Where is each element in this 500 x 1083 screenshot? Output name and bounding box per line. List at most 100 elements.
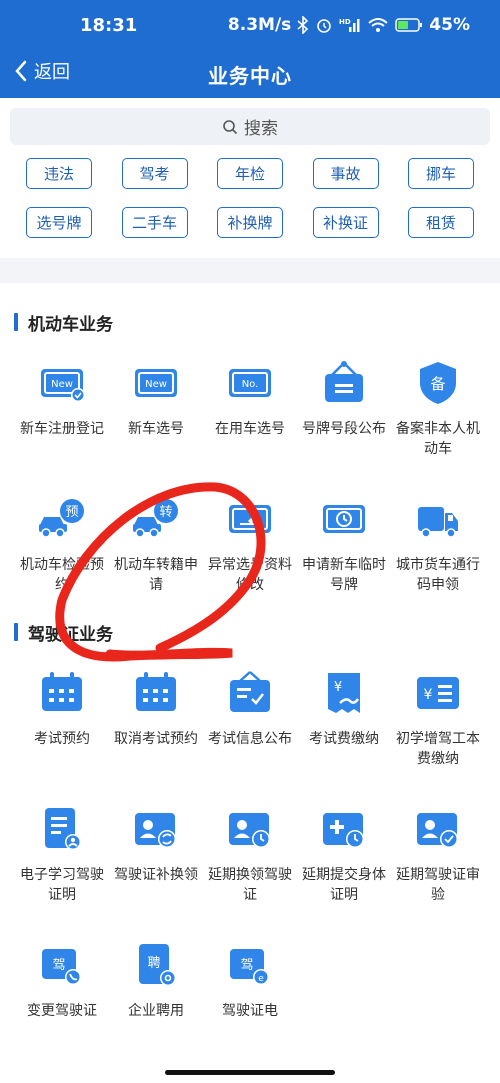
service-label: 异常选号资料修改 bbox=[208, 557, 292, 593]
service-item[interactable]: 延期提交身体证明 bbox=[297, 783, 391, 919]
service-item[interactable]: 电子学习驾驶证明 bbox=[15, 783, 109, 919]
service-label: 延期提交身体证明 bbox=[302, 867, 386, 903]
vehicle-services-grid: New 新车注册登记 New 新车选号 No. 在用车选号 号牌号段公布 备 备… bbox=[0, 337, 500, 609]
service-label: 新车选号 bbox=[128, 421, 184, 437]
chip-move-car[interactable]: 挪车 bbox=[408, 158, 474, 189]
service-item[interactable]: 延期换领驾驶证 bbox=[203, 783, 297, 919]
service-item[interactable]: 考试信息公布 bbox=[203, 647, 297, 783]
svg-text:New: New bbox=[51, 379, 73, 390]
svg-text:HD: HD bbox=[339, 18, 351, 26]
service-item[interactable]: 预 机动车检验预约 bbox=[15, 473, 109, 609]
service-item[interactable]: ¥ 初学增驾工本费缴纳 bbox=[391, 647, 485, 783]
chip-accident[interactable]: 事故 bbox=[312, 158, 379, 189]
bluetooth-icon bbox=[297, 16, 309, 34]
service-label: 电子学习驾驶证明 bbox=[20, 867, 104, 903]
services-panel: 机动车业务 New 新车注册登记 New 新车选号 No. 在用车选号 号牌号段… bbox=[0, 283, 500, 1083]
chip-replace-license[interactable]: 补换证 bbox=[312, 207, 379, 238]
status-icons: 8.3M/s HD 45% bbox=[228, 15, 470, 35]
service-item[interactable]: 取消考试预约 bbox=[109, 647, 203, 783]
search-bar[interactable]: 搜索 bbox=[10, 108, 490, 145]
svg-text:驾: 驾 bbox=[240, 958, 253, 973]
back-button[interactable]: 返回 bbox=[14, 58, 70, 84]
section-title-license: 驾驶证业务 bbox=[0, 617, 500, 647]
service-item[interactable]: 考试预约 bbox=[15, 647, 109, 783]
back-label: 返回 bbox=[34, 62, 70, 83]
signal-icon: HD bbox=[339, 18, 360, 32]
service-item[interactable]: 备 备案非本人机动车 bbox=[391, 337, 485, 473]
service-label: 新车注册登记 bbox=[20, 421, 104, 437]
chip-violation[interactable]: 违法 bbox=[26, 158, 92, 189]
service-item[interactable]: 延期驾驶证审验 bbox=[391, 783, 485, 919]
chip-annual-inspection[interactable]: 年检 bbox=[217, 158, 283, 189]
service-item[interactable]: 驾e 驾驶证电 bbox=[203, 919, 297, 1055]
wifi-icon bbox=[368, 18, 388, 32]
svg-text:转: 转 bbox=[159, 505, 172, 520]
car-transfer-icon: 转 bbox=[133, 499, 178, 538]
license-delay-icon bbox=[229, 813, 270, 848]
battery-icon bbox=[395, 18, 423, 32]
service-item[interactable]: 城市货车通行码申领 bbox=[391, 473, 485, 609]
service-label: 延期驾驶证审验 bbox=[396, 867, 480, 903]
service-label: 考试预约 bbox=[34, 731, 90, 747]
section-title-text: 驾驶证业务 bbox=[28, 624, 113, 645]
service-item[interactable]: 异常选号资料修改 bbox=[203, 473, 297, 609]
chip-driving-test[interactable]: 驾考 bbox=[121, 158, 188, 189]
service-label: 考试费缴纳 bbox=[309, 731, 379, 747]
service-item[interactable]: 驾驶证补换领 bbox=[109, 783, 203, 919]
service-item[interactable]: 转 机动车转籍申请 bbox=[109, 473, 203, 609]
svg-text:¥: ¥ bbox=[334, 680, 342, 695]
chip-choose-plate[interactable]: 选号牌 bbox=[26, 207, 92, 238]
search-icon bbox=[223, 119, 238, 134]
service-item[interactable]: ¥ 考试费缴纳 bbox=[297, 647, 391, 783]
service-item[interactable]: 驾 变更驾驶证 bbox=[15, 919, 109, 1055]
chip-replace-plate[interactable]: 补换牌 bbox=[217, 207, 283, 238]
service-label: 号牌号段公布 bbox=[302, 421, 386, 437]
temp-plate-clock-icon bbox=[323, 505, 365, 533]
edit-card-icon bbox=[229, 505, 271, 533]
service-item[interactable]: New 新车选号 bbox=[109, 337, 203, 473]
service-item[interactable]: 申请新车临时号牌 bbox=[297, 473, 391, 609]
service-item[interactable]: 号牌号段公布 bbox=[297, 337, 391, 473]
battery-level: 45% bbox=[429, 15, 470, 35]
svg-text:聘: 聘 bbox=[147, 956, 160, 971]
fee-receipt-icon: ¥ bbox=[328, 673, 360, 713]
chevron-left-icon bbox=[15, 60, 27, 82]
service-item[interactable]: No. 在用车选号 bbox=[203, 337, 297, 473]
chip-used-car[interactable]: 二手车 bbox=[121, 207, 188, 238]
yuan-list-icon: ¥ bbox=[417, 677, 459, 709]
service-label: 在用车选号 bbox=[215, 421, 285, 437]
license-change-icon: 驾 bbox=[42, 949, 81, 985]
section-title-text: 机动车业务 bbox=[28, 314, 113, 335]
number-plate-icon: No. bbox=[229, 369, 271, 397]
service-label: 变更驾驶证 bbox=[27, 1003, 97, 1019]
page-title: 业务中心 bbox=[208, 63, 292, 88]
truck-icon bbox=[418, 507, 458, 538]
service-label: 驾驶证电 bbox=[222, 1003, 278, 1019]
header: 18:31 8.3M/s HD 45% 返回 业务中心 bbox=[0, 0, 500, 98]
alarm-icon bbox=[317, 19, 332, 33]
service-label: 驾驶证补换领 bbox=[114, 867, 198, 883]
service-label: 机动车检验预约 bbox=[20, 557, 104, 593]
service-label: 机动车转籍申请 bbox=[114, 557, 198, 593]
exam-info-icon bbox=[230, 671, 270, 712]
quick-chips: 违法 驾考 年检 事故 挪车 选号牌 二手车 补换牌 补换证 租赁 bbox=[10, 145, 490, 238]
service-item[interactable]: 聘 企业聘用 bbox=[109, 919, 203, 1055]
svg-text:备: 备 bbox=[430, 375, 445, 393]
status-bar: 18:31 8.3M/s HD 45% bbox=[0, 0, 500, 50]
chip-rental[interactable]: 租赁 bbox=[408, 207, 474, 238]
license-check-icon bbox=[417, 813, 458, 848]
hanging-sign-icon bbox=[325, 361, 363, 402]
net-speed: 8.3M/s bbox=[227, 15, 292, 35]
service-label: 初学增驾工本费缴纳 bbox=[396, 731, 480, 767]
calendar-cancel-icon bbox=[136, 672, 176, 711]
search-placeholder: 搜索 bbox=[244, 119, 278, 139]
svg-text:New: New bbox=[145, 379, 167, 390]
license-services-grid: 考试预约 取消考试预约 考试信息公布 ¥ 考试费缴纳 ¥ 初学增驾工本费缴纳 电… bbox=[0, 647, 500, 1055]
new-plate-check-icon: New bbox=[41, 369, 85, 402]
svg-text:驾: 驾 bbox=[52, 958, 65, 973]
status-time: 18:31 bbox=[80, 14, 138, 36]
svg-text:No.: No. bbox=[242, 379, 259, 390]
health-delay-icon bbox=[323, 813, 364, 848]
service-item[interactable]: New 新车注册登记 bbox=[15, 337, 109, 473]
home-indicator[interactable] bbox=[165, 1070, 335, 1075]
